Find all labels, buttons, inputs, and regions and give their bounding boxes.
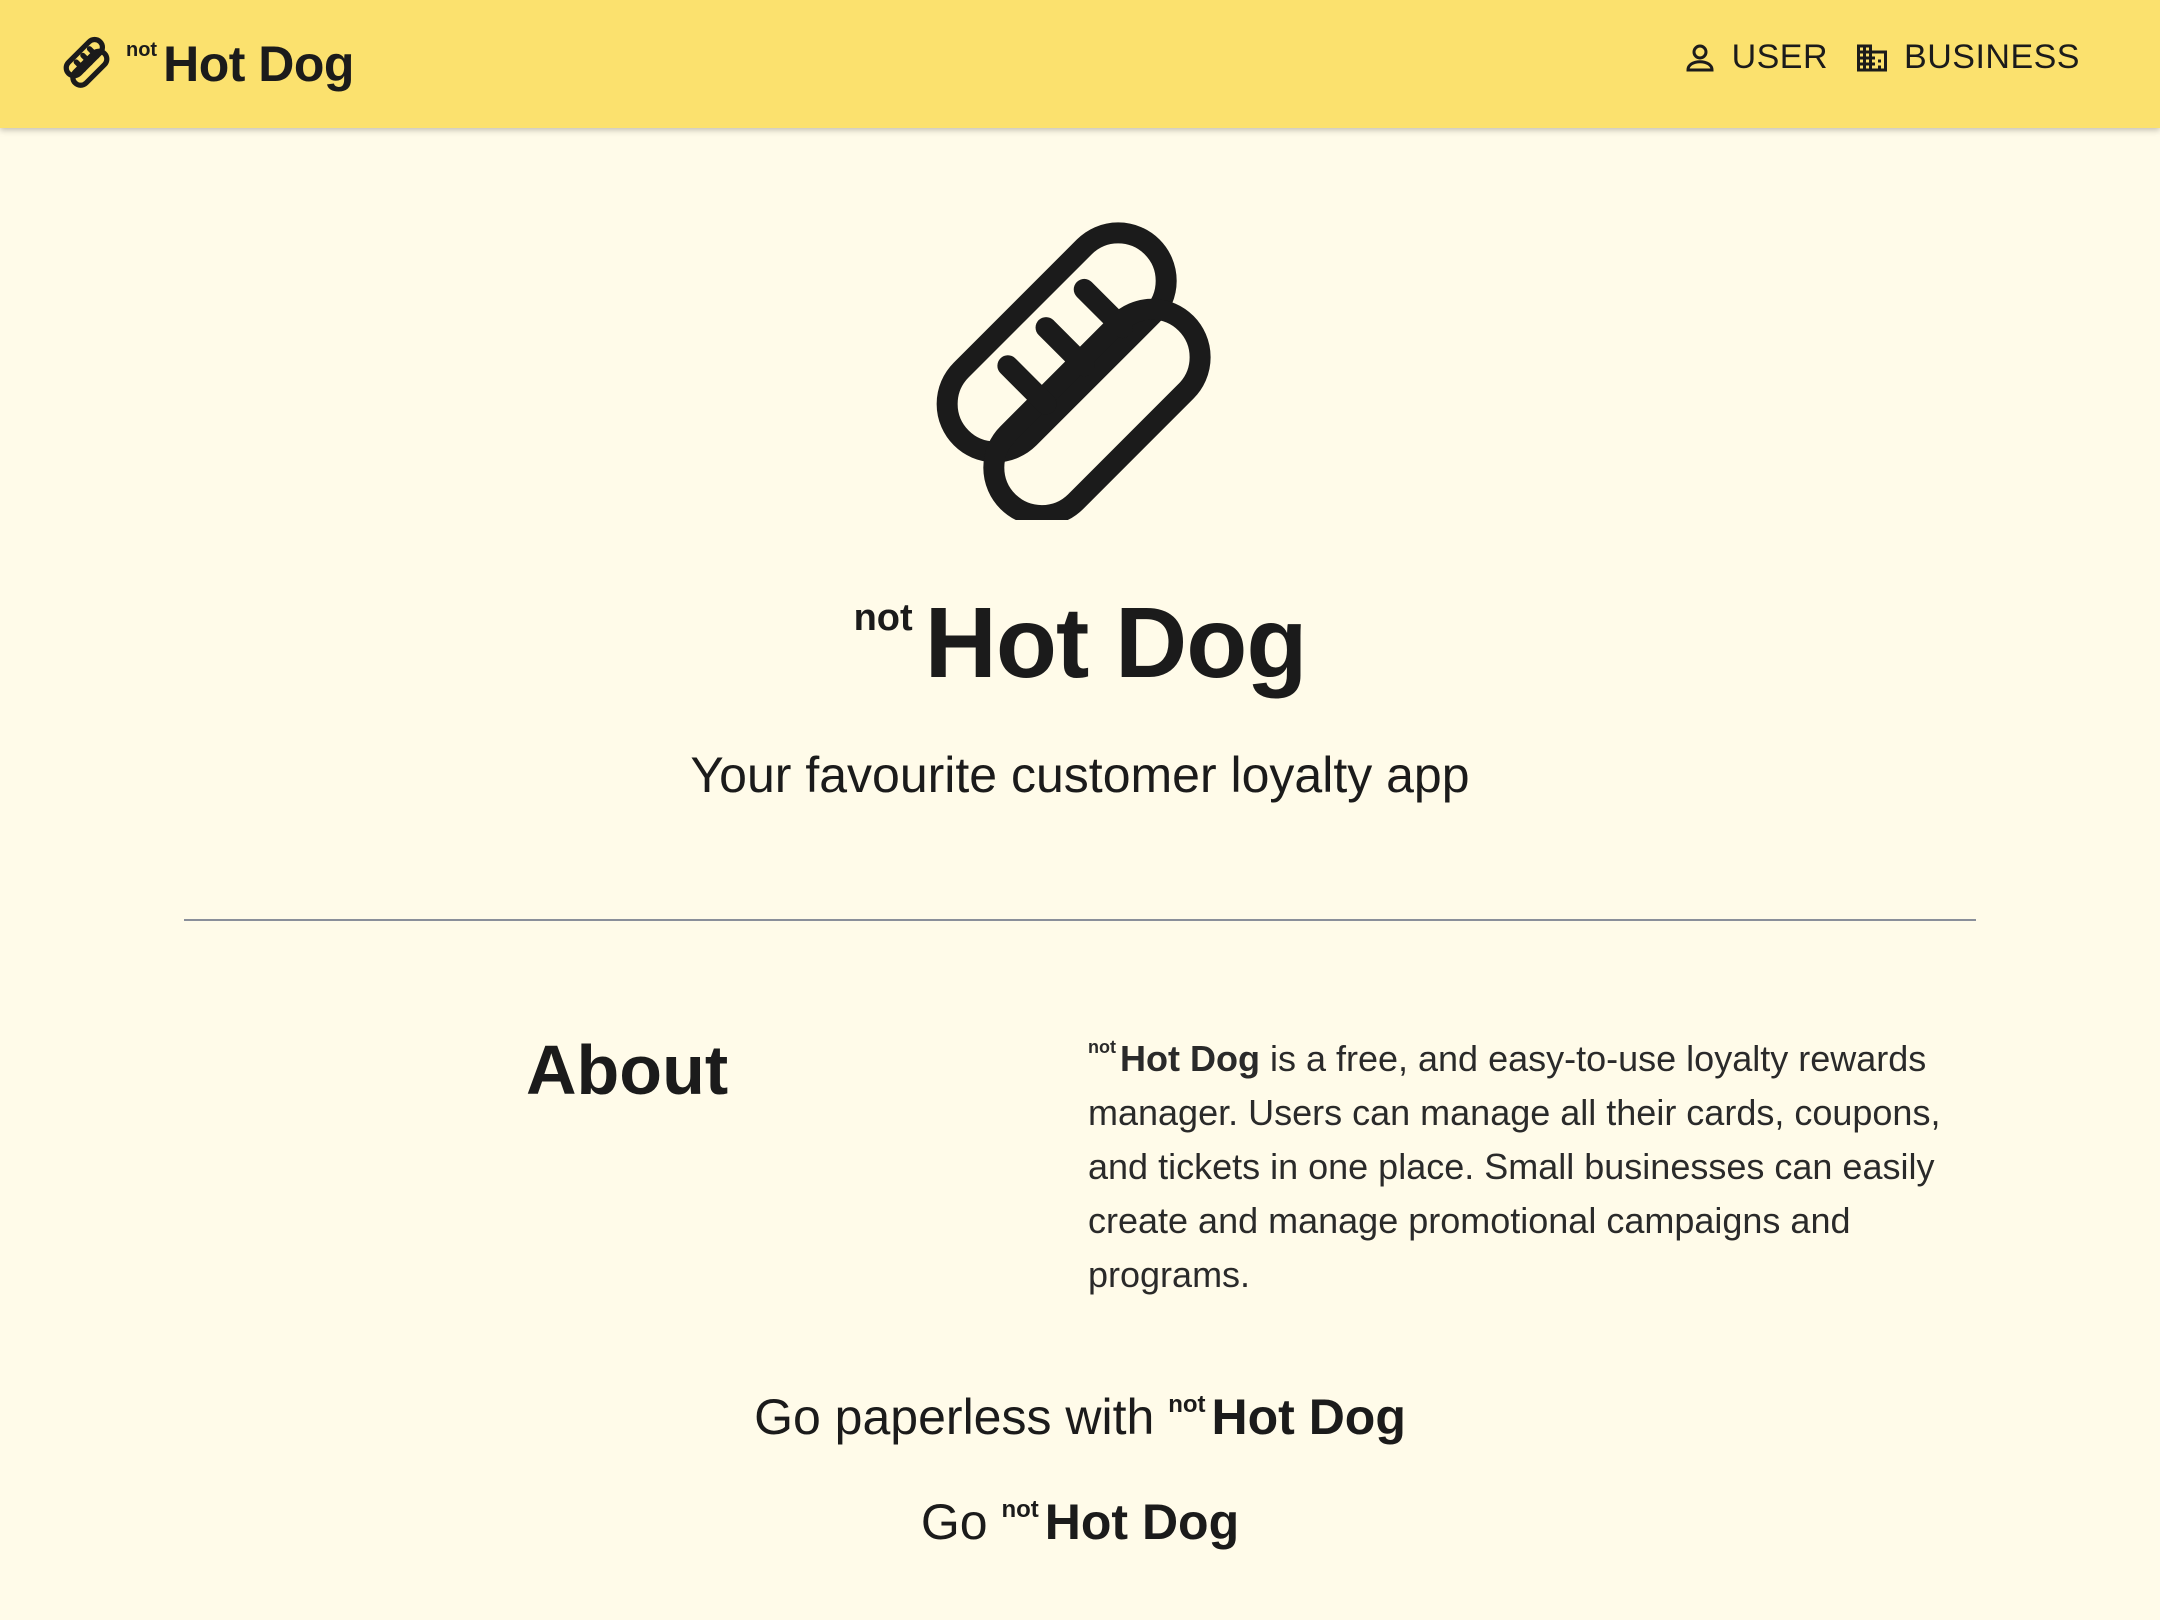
user-icon bbox=[1686, 44, 1714, 71]
nav-business-button[interactable]: BUSINESS bbox=[1854, 38, 2080, 77]
brand-home-link[interactable]: not Hot Dog bbox=[62, 34, 354, 94]
paperless-slogan: Go paperless with not Hot Dog bbox=[0, 1388, 2160, 1446]
section-divider bbox=[184, 919, 1976, 921]
paperless-text: Go paperless with bbox=[754, 1389, 1169, 1445]
inline-brand: not Hot Dog bbox=[1088, 1038, 1260, 1079]
nav-user-button[interactable]: USER bbox=[1682, 38, 1828, 77]
about-description: not Hot Dog is a free, and easy-to-use lo… bbox=[1088, 1032, 1968, 1302]
top-nav: USER BUSINESS bbox=[1682, 38, 2080, 77]
hero-tagline: Your favourite customer loyalty app bbox=[690, 747, 1470, 803]
inline-brand: not Hot Dog bbox=[1001, 1494, 1239, 1550]
hero-title: not Hot Dog bbox=[0, 585, 2160, 701]
brand-name: Hot Dog bbox=[163, 36, 354, 92]
brand-name: Hot Dog bbox=[1211, 1389, 1406, 1445]
brand-prefix: not bbox=[1001, 1496, 1039, 1523]
top-app-bar: not Hot Dog USER BUSINESS bbox=[0, 0, 2160, 128]
go-slogan: Go not Hot Dog bbox=[0, 1493, 2160, 1551]
inline-brand: not Hot Dog bbox=[1168, 1389, 1406, 1445]
about-heading: About bbox=[526, 1031, 729, 1109]
brand-name: Hot Dog bbox=[1119, 1038, 1260, 1079]
brand-prefix: not bbox=[126, 39, 158, 61]
brand-prefix: not bbox=[1088, 1037, 1116, 1057]
hero-brand-name: Hot Dog bbox=[924, 587, 1308, 699]
go-text: Go bbox=[920, 1494, 1002, 1550]
nav-business-label: BUSINESS bbox=[1904, 38, 2080, 76]
brand-name: Hot Dog bbox=[1044, 1494, 1240, 1550]
nav-user-label: USER bbox=[1731, 38, 1829, 76]
hotdog-icon bbox=[63, 36, 110, 88]
hero-brand-prefix: not bbox=[853, 597, 913, 639]
building-icon bbox=[1857, 44, 1888, 71]
brand-prefix: not bbox=[1168, 1391, 1206, 1418]
hotdog-icon bbox=[936, 222, 1211, 520]
